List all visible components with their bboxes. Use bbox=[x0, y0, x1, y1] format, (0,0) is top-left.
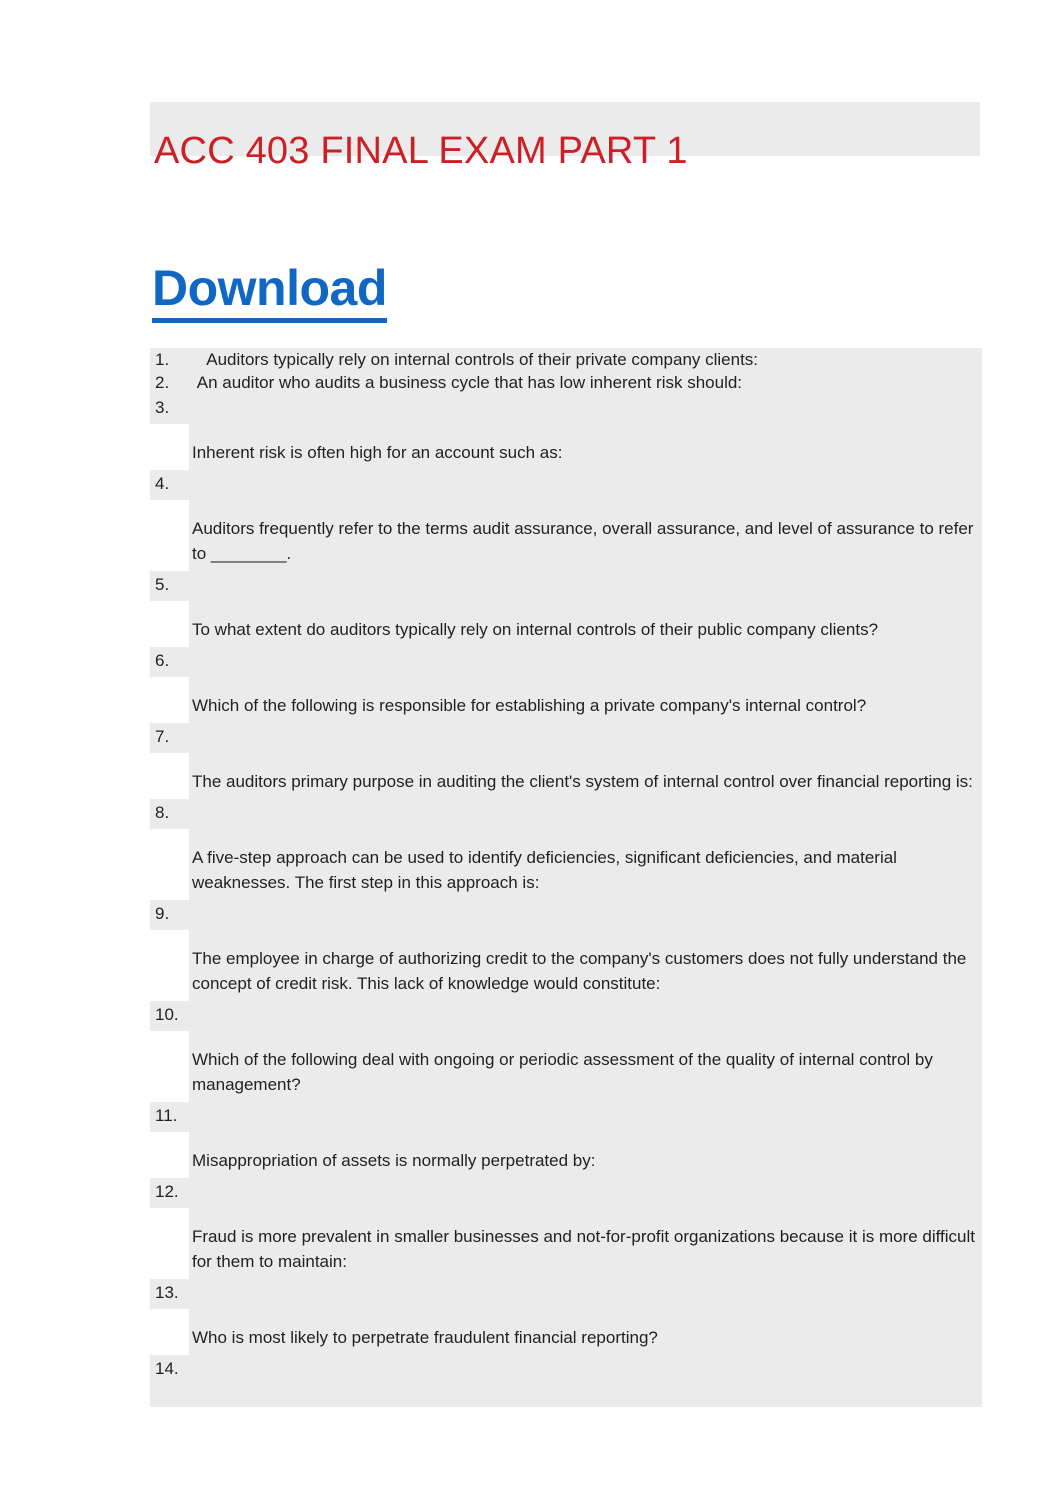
question-item: 9. The employee in charge of authorizing … bbox=[150, 900, 982, 1001]
question-body-wrapper: Who is most likely to perpetrate fraudul… bbox=[150, 1309, 982, 1355]
download-link[interactable]: Download bbox=[152, 259, 387, 323]
question-body: The employee in charge of authorizing cr… bbox=[189, 930, 982, 1001]
question-number-row: 13. bbox=[150, 1279, 982, 1309]
question-number-row: 10. bbox=[150, 1001, 982, 1031]
question-body: Misappropriation of assets is normally p… bbox=[189, 1132, 982, 1178]
question-text: Inherent risk is often high for an accou… bbox=[192, 443, 563, 462]
question-item: 5. To what extent do auditors typically r… bbox=[150, 571, 982, 647]
question-body-wrapper: Which of the following deal with ongoing… bbox=[150, 1031, 982, 1102]
question-item: 12. Fraud is more prevalent in smaller bu… bbox=[150, 1178, 982, 1279]
question-item: 14. bbox=[150, 1355, 982, 1407]
question-body: Which of the following deal with ongoing… bbox=[189, 1031, 982, 1102]
question-number-row: 5. bbox=[150, 571, 982, 601]
question-text: Auditors frequently refer to the terms a… bbox=[192, 519, 974, 563]
question-text: The auditors primary purpose in auditing… bbox=[192, 772, 973, 791]
question-number: 5. bbox=[155, 575, 170, 594]
page-title: ACC 403 FINAL EXAM PART 1 bbox=[154, 130, 688, 173]
question-number-row: 7. bbox=[150, 723, 982, 753]
question-number: 1. bbox=[155, 350, 170, 369]
question-number-row: 12. bbox=[150, 1178, 982, 1208]
question-body-wrapper: Fraud is more prevalent in smaller busin… bbox=[150, 1208, 982, 1279]
question-number: 10. bbox=[155, 1005, 179, 1024]
question-number: 11. bbox=[155, 1106, 178, 1125]
question-item: 6. Which of the following is responsible … bbox=[150, 647, 982, 723]
question-list: 1. Auditors typically rely on internal c… bbox=[150, 348, 982, 1407]
question-body-wrapper: Misappropriation of assets is normally p… bbox=[150, 1132, 982, 1178]
question-item: 1. Auditors typically rely on internal c… bbox=[150, 348, 982, 371]
question-number-row: 11. bbox=[150, 1102, 982, 1132]
question-number: 12. bbox=[155, 1182, 179, 1201]
question-body-wrapper: Inherent risk is often high for an accou… bbox=[150, 424, 982, 470]
question-text: An auditor who audits a business cycle t… bbox=[193, 373, 743, 392]
question-body: To what extent do auditors typically rel… bbox=[189, 601, 982, 647]
question-item: 2. An auditor who audits a business cycl… bbox=[150, 371, 982, 394]
question-number: 7. bbox=[155, 727, 170, 746]
question-text: Fraud is more prevalent in smaller busin… bbox=[192, 1227, 975, 1271]
question-number: 3. bbox=[155, 398, 170, 417]
question-text: Auditors typically rely on internal cont… bbox=[193, 350, 759, 369]
question-number: 14. bbox=[155, 1359, 179, 1378]
question-item: 4. Auditors frequently refer to the terms… bbox=[150, 470, 982, 571]
question-body-wrapper: Which of the following is responsible fo… bbox=[150, 677, 982, 723]
question-body: Which of the following is responsible fo… bbox=[189, 677, 982, 723]
question-body: A five-step approach can be used to iden… bbox=[189, 829, 982, 900]
question-number: 9. bbox=[155, 904, 170, 923]
question-body: Auditors frequently refer to the terms a… bbox=[189, 500, 982, 571]
question-text: Which of the following is responsible fo… bbox=[192, 696, 867, 715]
question-number-row: 9. bbox=[150, 900, 982, 930]
question-body-wrapper: To what extent do auditors typically rel… bbox=[150, 601, 982, 647]
question-body-wrapper: Auditors frequently refer to the terms a… bbox=[150, 500, 982, 571]
question-text: Which of the following deal with ongoing… bbox=[192, 1050, 933, 1094]
question-text: To what extent do auditors typically rel… bbox=[192, 620, 879, 639]
question-body-wrapper: A five-step approach can be used to iden… bbox=[150, 829, 982, 900]
question-item: 7. The auditors primary purpose in auditi… bbox=[150, 723, 982, 799]
question-number: 8. bbox=[155, 803, 170, 822]
question-body: Who is most likely to perpetrate fraudul… bbox=[189, 1309, 982, 1355]
question-item: 8. A five-step approach can be used to id… bbox=[150, 799, 982, 900]
question-number-row: 3. bbox=[150, 394, 982, 424]
question-number: 2. bbox=[155, 373, 170, 392]
question-text: The employee in charge of authorizing cr… bbox=[192, 949, 967, 993]
question-text: A five-step approach can be used to iden… bbox=[192, 848, 897, 892]
question-number-row: 14. bbox=[150, 1355, 982, 1385]
question-item: 13. Who is most likely to perpetrate frau… bbox=[150, 1279, 982, 1355]
question-number-row: 6. bbox=[150, 647, 982, 677]
question-body: The auditors primary purpose in auditing… bbox=[189, 753, 982, 799]
question-body: Inherent risk is often high for an accou… bbox=[189, 424, 982, 470]
question-number: 6. bbox=[155, 651, 170, 670]
question-body-wrapper: The auditors primary purpose in auditing… bbox=[150, 753, 982, 799]
document-page: ACC 403 FINAL EXAM PART 1 Download 1. Au… bbox=[0, 0, 1058, 1497]
question-number: 4. bbox=[155, 474, 170, 493]
question-text: Misappropriation of assets is normally p… bbox=[192, 1151, 596, 1170]
question-item: 11. Misappropriation of assets is normall… bbox=[150, 1102, 982, 1178]
question-number: 13. bbox=[155, 1283, 179, 1302]
download-link-container: Download bbox=[152, 259, 387, 323]
question-body: Fraud is more prevalent in smaller busin… bbox=[189, 1208, 982, 1279]
question-body-wrapper: The employee in charge of authorizing cr… bbox=[150, 930, 982, 1001]
question-number-row: 4. bbox=[150, 470, 982, 500]
question-item: 10. Which of the following deal with ongo… bbox=[150, 1001, 982, 1102]
question-trailing-band bbox=[150, 1385, 982, 1407]
question-text: Who is most likely to perpetrate fraudul… bbox=[192, 1328, 658, 1347]
question-item: 3. Inherent risk is often high for an acc… bbox=[150, 394, 982, 470]
question-number-row: 8. bbox=[150, 799, 982, 829]
